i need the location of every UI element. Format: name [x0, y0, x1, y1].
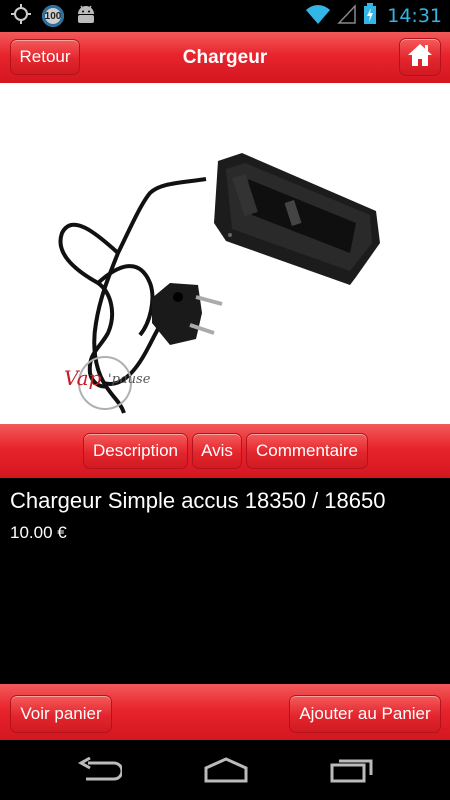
tab-commentaire[interactable]: Commentaire	[246, 433, 368, 469]
clock: 14:31	[387, 5, 442, 27]
product-price: 10.00 €	[10, 523, 67, 542]
page-title: Chargeur	[182, 46, 268, 68]
tab-avis[interactable]: Avis	[192, 433, 242, 469]
view-cart-button[interactable]: Voir panier	[10, 695, 112, 733]
add-to-cart-button[interactable]: Ajouter au Panier	[289, 695, 441, 733]
home-icon	[406, 42, 434, 73]
wifi-icon	[305, 3, 331, 30]
svg-text:'pause: 'pause	[108, 372, 151, 387]
android-icon	[74, 3, 98, 30]
home-button[interactable]	[399, 38, 441, 76]
navigation-bar	[0, 740, 450, 800]
signal-icon	[337, 3, 357, 30]
svg-text:Vap: Vap	[64, 366, 102, 390]
product-name: Chargeur Simple accus 18350 / 18650	[10, 488, 386, 513]
home-nav-icon[interactable]	[202, 757, 250, 788]
battery-charging-icon	[363, 2, 377, 30]
product-image: Vap 'pause	[0, 83, 450, 424]
gps-icon	[10, 3, 32, 30]
recent-apps-icon[interactable]	[330, 757, 374, 788]
back-nav-icon[interactable]	[77, 756, 124, 788]
notification-badge-icon: 100	[42, 5, 64, 27]
status-bar: 100 14:31	[0, 0, 450, 32]
tab-description[interactable]: Description	[83, 433, 188, 469]
